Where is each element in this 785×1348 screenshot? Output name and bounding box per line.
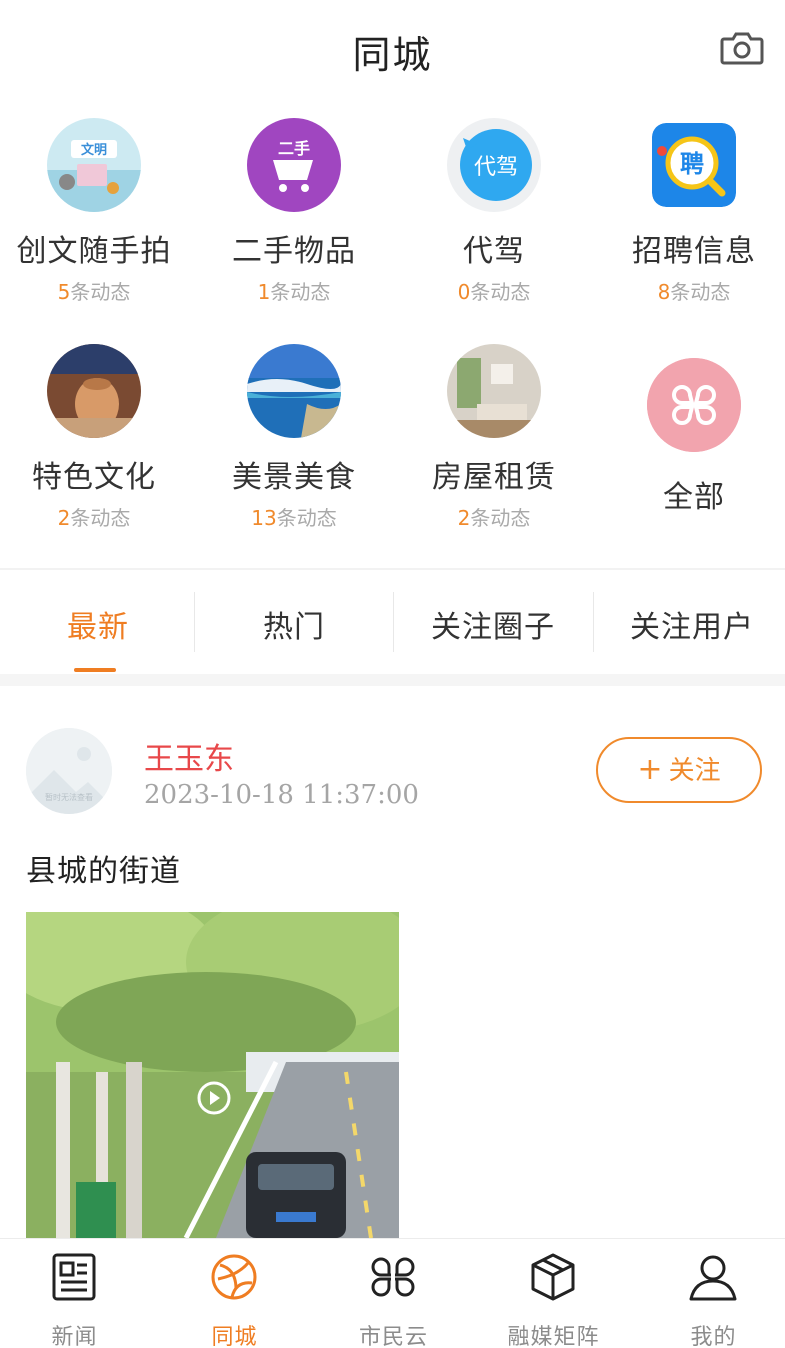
- house-rental-photo-icon: [447, 344, 541, 438]
- plus-icon: +: [637, 752, 663, 787]
- play-icon[interactable]: [196, 1080, 232, 1116]
- scenery-photo-icon: [247, 344, 341, 438]
- tab-followed-circles[interactable]: 关注圈子: [395, 572, 591, 678]
- category-count: 8条动态: [657, 280, 731, 304]
- category-name: 创文随手拍: [16, 234, 172, 269]
- svg-text:二手: 二手: [278, 139, 310, 158]
- category-count: 0条动态: [457, 280, 531, 304]
- tab-hot[interactable]: 热门: [196, 572, 392, 678]
- nav-news[interactable]: 新闻: [0, 1239, 153, 1348]
- post-text: 县城的街道: [26, 854, 181, 889]
- category-all[interactable]: 全部: [596, 344, 785, 516]
- svg-text:代驾: 代驾: [474, 155, 518, 180]
- page-title: 同城: [352, 33, 433, 77]
- camera-icon[interactable]: [720, 30, 764, 66]
- category-name: 招聘信息: [632, 234, 756, 269]
- section-separator: [0, 674, 785, 686]
- category-culture[interactable]: 特色文化 2条动态: [0, 344, 192, 530]
- news-icon: [52, 1253, 96, 1301]
- media-matrix-icon: [531, 1253, 575, 1301]
- recruit-icon: 聘: [652, 123, 736, 207]
- tab-separator: [194, 592, 195, 652]
- category-name: 全部: [663, 480, 725, 515]
- active-tab-indicator: [74, 668, 116, 672]
- header: 同城: [0, 0, 785, 98]
- all-grid-icon: [647, 358, 741, 452]
- category-name: 特色文化: [32, 460, 156, 495]
- category-driver[interactable]: 代驾 代驾 0条动态: [396, 118, 592, 304]
- category-name: 房屋租赁: [432, 460, 556, 495]
- photo-report-icon: 文明: [47, 118, 141, 212]
- nav-profile[interactable]: 我的: [635, 1239, 785, 1348]
- category-count: 13条动态: [251, 506, 337, 530]
- follow-label: 关注: [668, 756, 721, 786]
- svg-text:暂时无法查看: 暂时无法查看: [45, 792, 93, 802]
- category-count: 2条动态: [457, 506, 531, 530]
- svg-text:文明: 文明: [81, 142, 107, 158]
- citizen-cloud-icon: [371, 1257, 415, 1297]
- category-count: 2条动态: [57, 506, 131, 530]
- category-name: 二手物品: [232, 234, 356, 269]
- category-recruit[interactable]: 聘 招聘信息 8条动态: [596, 118, 785, 304]
- tab-followed-users[interactable]: 关注用户: [594, 572, 785, 678]
- tab-latest[interactable]: 最新: [0, 572, 196, 678]
- secondhand-cart-icon: 二手: [247, 118, 341, 212]
- category-secondhand[interactable]: 二手 二手物品 1条动态: [196, 118, 392, 304]
- avatar[interactable]: 暂时无法查看: [26, 728, 112, 814]
- post-timestamp: 2023-10-18 11:37:00: [144, 780, 419, 810]
- designated-driver-icon: 代驾: [447, 118, 541, 212]
- category-count: 1条动态: [257, 280, 331, 304]
- category-count: 5条动态: [57, 280, 131, 304]
- tab-separator: [393, 592, 394, 652]
- follow-button[interactable]: + 关注: [596, 737, 762, 803]
- nav-city[interactable]: 同城: [156, 1239, 313, 1348]
- profile-icon: [689, 1255, 737, 1301]
- bottom-navigation: 新闻 同城 市民云 融媒矩阵 我的: [0, 1238, 785, 1348]
- category-photo-report[interactable]: 文明 创文随手拍 5条动态: [0, 118, 192, 304]
- nav-citizen-cloud[interactable]: 市民云: [315, 1239, 472, 1348]
- category-rental[interactable]: 房屋租赁 2条动态: [396, 344, 592, 530]
- category-scenery[interactable]: 美景美食 13条动态: [196, 344, 392, 530]
- feed-tabs: 最新 热门 关注圈子 关注用户: [0, 572, 785, 678]
- divider: [0, 568, 785, 570]
- category-name: 美景美食: [232, 460, 356, 495]
- nav-media-matrix[interactable]: 融媒矩阵: [475, 1239, 632, 1348]
- culture-photo-icon: [47, 344, 141, 438]
- city-icon: [211, 1254, 257, 1300]
- post-video-thumbnail[interactable]: [26, 912, 399, 1238]
- post-username[interactable]: 王玉东: [144, 734, 234, 778]
- category-name: 代驾: [463, 234, 525, 269]
- svg-text:聘: 聘: [680, 150, 704, 178]
